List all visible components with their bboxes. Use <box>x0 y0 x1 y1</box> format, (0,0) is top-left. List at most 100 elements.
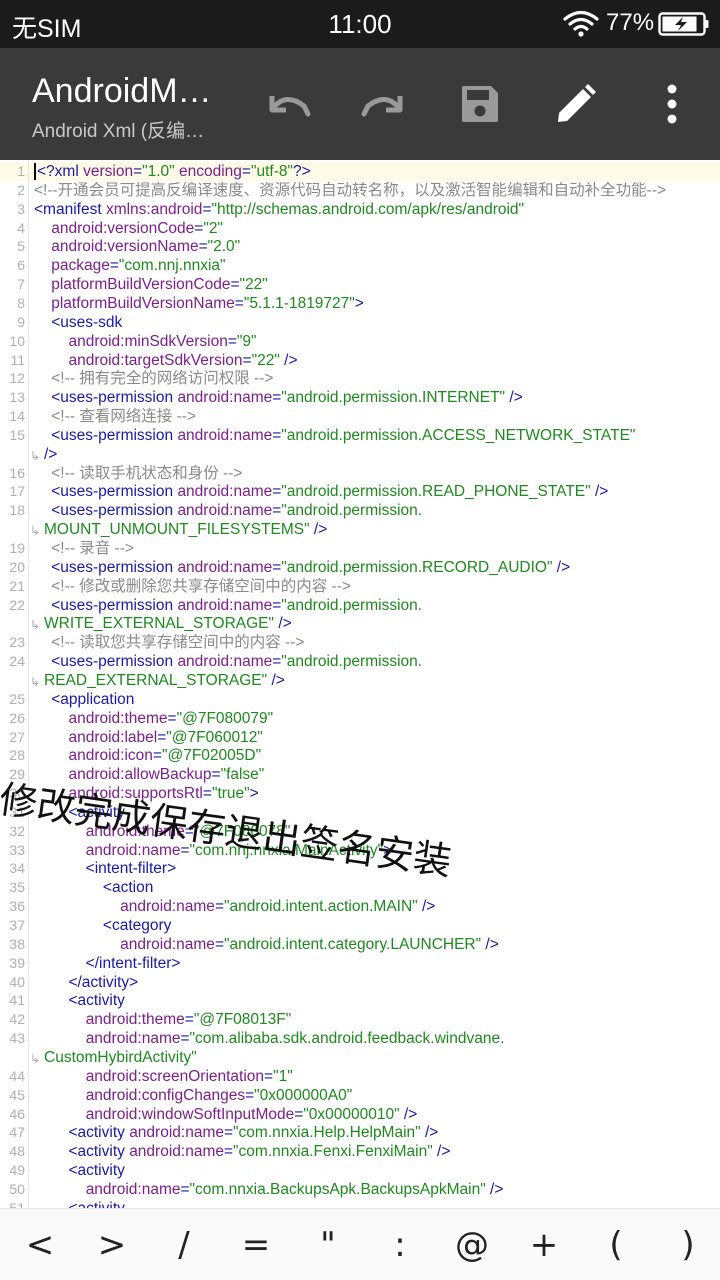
xml-tag-token: /> <box>274 615 292 633</box>
symbol-key[interactable]: / <box>154 1209 214 1280</box>
line-number: 18 <box>9 502 25 519</box>
symbol-key[interactable]: < <box>10 1209 70 1280</box>
code-text: <uses-permission android:name="android.p… <box>34 652 422 671</box>
code-line[interactable]: 51 <activity <box>0 1199 720 1208</box>
symbol-key[interactable]: " <box>298 1209 358 1280</box>
code-line[interactable]: 35 <action <box>0 878 720 897</box>
redo-button[interactable] <box>356 76 412 132</box>
code-line[interactable]: 44 android:screenOrientation="1" <box>0 1067 720 1086</box>
battery-charging-icon <box>658 12 709 36</box>
code-line-wrapped[interactable]: ↳ CustomHybirdActivity" <box>0 1048 720 1067</box>
code-line[interactable]: 27 android:label="@7F060012" <box>0 728 720 747</box>
code-line[interactable]: 25 <application <box>0 690 720 709</box>
code-line[interactable]: 24 <uses-permission android:name="androi… <box>0 652 720 671</box>
xml-attr-token: android:name <box>177 483 273 501</box>
app-toolbar: AndroidM… Android Xml (反编… <box>0 48 720 160</box>
code-line[interactable]: 26 android:theme="@7F080079" <box>0 709 720 728</box>
code-text: <activity <box>34 991 124 1010</box>
code-line[interactable]: 13 <uses-permission android:name="androi… <box>0 388 720 407</box>
code-line[interactable]: 36 android:name="android.intent.action.M… <box>0 897 720 916</box>
save-button[interactable] <box>452 76 508 132</box>
symbol-key[interactable]: ( <box>586 1209 646 1280</box>
code-line-wrapped[interactable]: ↳ READ_EXTERNAL_STORAGE" /> <box>0 671 720 690</box>
code-line[interactable]: 20 <uses-permission android:name="androi… <box>0 558 720 577</box>
symbol-key[interactable]: : <box>370 1209 430 1280</box>
line-number: 11 <box>10 351 25 368</box>
code-line[interactable]: 7 platformBuildVersionCode="22" <box>0 275 720 294</box>
code-line[interactable]: 46 android:windowSoftInputMode="0x000000… <box>0 1105 720 1124</box>
xml-value-token: "android.intent.action.MAIN" <box>224 898 418 916</box>
symbol-key[interactable]: = <box>226 1209 286 1280</box>
code-line[interactable]: 38 android:name="android.intent.category… <box>0 935 720 954</box>
code-line[interactable]: 45 android:configChanges="0x000000A0" <box>0 1086 720 1105</box>
code-line[interactable]: 41 <activity <box>0 991 720 1010</box>
code-line[interactable]: 4 android:versionCode="2" <box>0 219 720 238</box>
code-line-wrapped[interactable]: ↳ MOUNT_UNMOUNT_FILESYSTEMS" /> <box>0 520 720 539</box>
more-options-button[interactable] <box>644 76 700 132</box>
xml-attr-token: package <box>51 257 110 275</box>
code-line[interactable]: 28 android:icon="@7F02005D" <box>0 746 720 765</box>
xml-tag-token <box>34 220 51 237</box>
code-line[interactable]: 48 <activity android:name="com.nnxia.Fen… <box>0 1142 720 1161</box>
code-line[interactable]: 10 android:minSdkVersion="9" <box>0 332 720 351</box>
code-line[interactable]: 3 <manifest xmlns:android="http://schemas… <box>0 200 720 219</box>
code-line[interactable]: 12 <!-- 拥有完全的网络访问权限 --> <box>0 369 720 388</box>
code-line[interactable]: 42 android:theme="@7F08013F" <box>0 1010 720 1029</box>
xml-tag-token <box>34 729 68 746</box>
code-line[interactable]: 23 <!-- 读取您共享存储空间中的内容 --> <box>0 633 720 652</box>
xml-tag-token: /> <box>279 351 298 369</box>
xml-tag-token <box>34 333 68 350</box>
xml-value-token: "9" <box>236 332 257 350</box>
code-line[interactable]: 11 android:targetSdkVersion="22" /> <box>0 351 720 370</box>
code-line[interactable]: 1 <?xml version="1.0" encoding="utf-8"?> <box>0 162 720 181</box>
text-cursor <box>34 163 36 181</box>
code-line[interactable]: 22 <uses-permission android:name="androi… <box>0 596 720 615</box>
code-line[interactable]: 15 <uses-permission android:name="androi… <box>0 426 720 445</box>
xml-tag-token: /> <box>417 898 436 916</box>
xml-tag-token: = <box>227 332 237 350</box>
symbol-key[interactable]: > <box>82 1209 142 1280</box>
line-number: 10 <box>9 332 25 349</box>
code-line[interactable]: 18 <uses-permission android:name="androi… <box>0 501 720 520</box>
code-line[interactable]: 16 <!-- 读取手机状态和身份 --> <box>0 464 720 483</box>
line-number: 1 <box>17 163 25 179</box>
line-number: 28 <box>9 747 25 764</box>
code-line[interactable]: 5 android:versionName="2.0" <box>0 237 720 256</box>
xml-value-token: "android.intent.category.LAUNCHER" <box>224 935 482 953</box>
code-line-wrapped[interactable]: ↳/> <box>0 445 720 464</box>
xml-attr-token: android:name <box>177 653 273 671</box>
code-line[interactable]: 19 <!-- 录音 --> <box>0 539 720 558</box>
line-number: 2 <box>17 181 25 198</box>
code-line[interactable]: 43 android:name="com.alibaba.sdk.android… <box>0 1029 720 1048</box>
line-number: 41 <box>9 992 25 1009</box>
code-line[interactable]: 9 <uses-sdk <box>0 313 720 332</box>
symbol-key[interactable]: ) <box>658 1209 718 1280</box>
symbol-key[interactable]: + <box>514 1209 574 1280</box>
code-line[interactable]: 6 package="com.nnj.nnxia" <box>0 256 720 275</box>
code-line[interactable]: 21 <!-- 修改或删除您共享存储空间中的内容 --> <box>0 577 720 596</box>
xml-tag-token: <uses-permission <box>34 653 178 671</box>
code-line[interactable]: 37 <category <box>0 916 720 935</box>
code-line[interactable]: 8 platformBuildVersionName="5.1.1-181972… <box>0 294 720 313</box>
code-line[interactable]: 40 </activity> <box>0 973 720 992</box>
xml-tag-token: <?xml <box>37 163 84 180</box>
code-line-wrapped[interactable]: ↳ WRITE_EXTERNAL_STORAGE" /> <box>0 614 720 633</box>
code-text: android:icon="@7F02005D" <box>34 746 261 765</box>
code-line[interactable]: 17 <uses-permission android:name="androi… <box>0 482 720 501</box>
edit-button[interactable] <box>548 76 604 132</box>
code-editor[interactable]: 1 <?xml version="1.0" encoding="utf-8"?> 2… <box>0 160 720 1208</box>
undo-button[interactable] <box>260 76 316 132</box>
code-line[interactable]: 50 android:name="com.nnxia.BackupsApk.Ba… <box>0 1180 720 1199</box>
xml-value-token: "1" <box>273 1067 293 1085</box>
code-line[interactable]: 29 android:allowBackup="false" <box>0 765 720 784</box>
code-line[interactable]: 39 </intent-filter> <box>0 954 720 973</box>
code-line[interactable]: 49 <activity <box>0 1161 720 1180</box>
xml-attr-token: android:name <box>129 1124 224 1142</box>
edit-icon <box>558 84 596 122</box>
code-line[interactable]: 47 <activity android:name="com.nnxia.Hel… <box>0 1123 720 1142</box>
code-line[interactable]: 14 <!-- 查看网络连接 --> <box>0 407 720 426</box>
code-line[interactable]: 2 <!--开通会员可提高反编译速度、资源代码自动转名称，以及激活智能编辑和自动补… <box>0 181 720 200</box>
symbol-key[interactable]: @ <box>442 1209 502 1280</box>
line-number: 51 <box>9 1199 25 1208</box>
xml-tag-token: = <box>272 558 282 576</box>
